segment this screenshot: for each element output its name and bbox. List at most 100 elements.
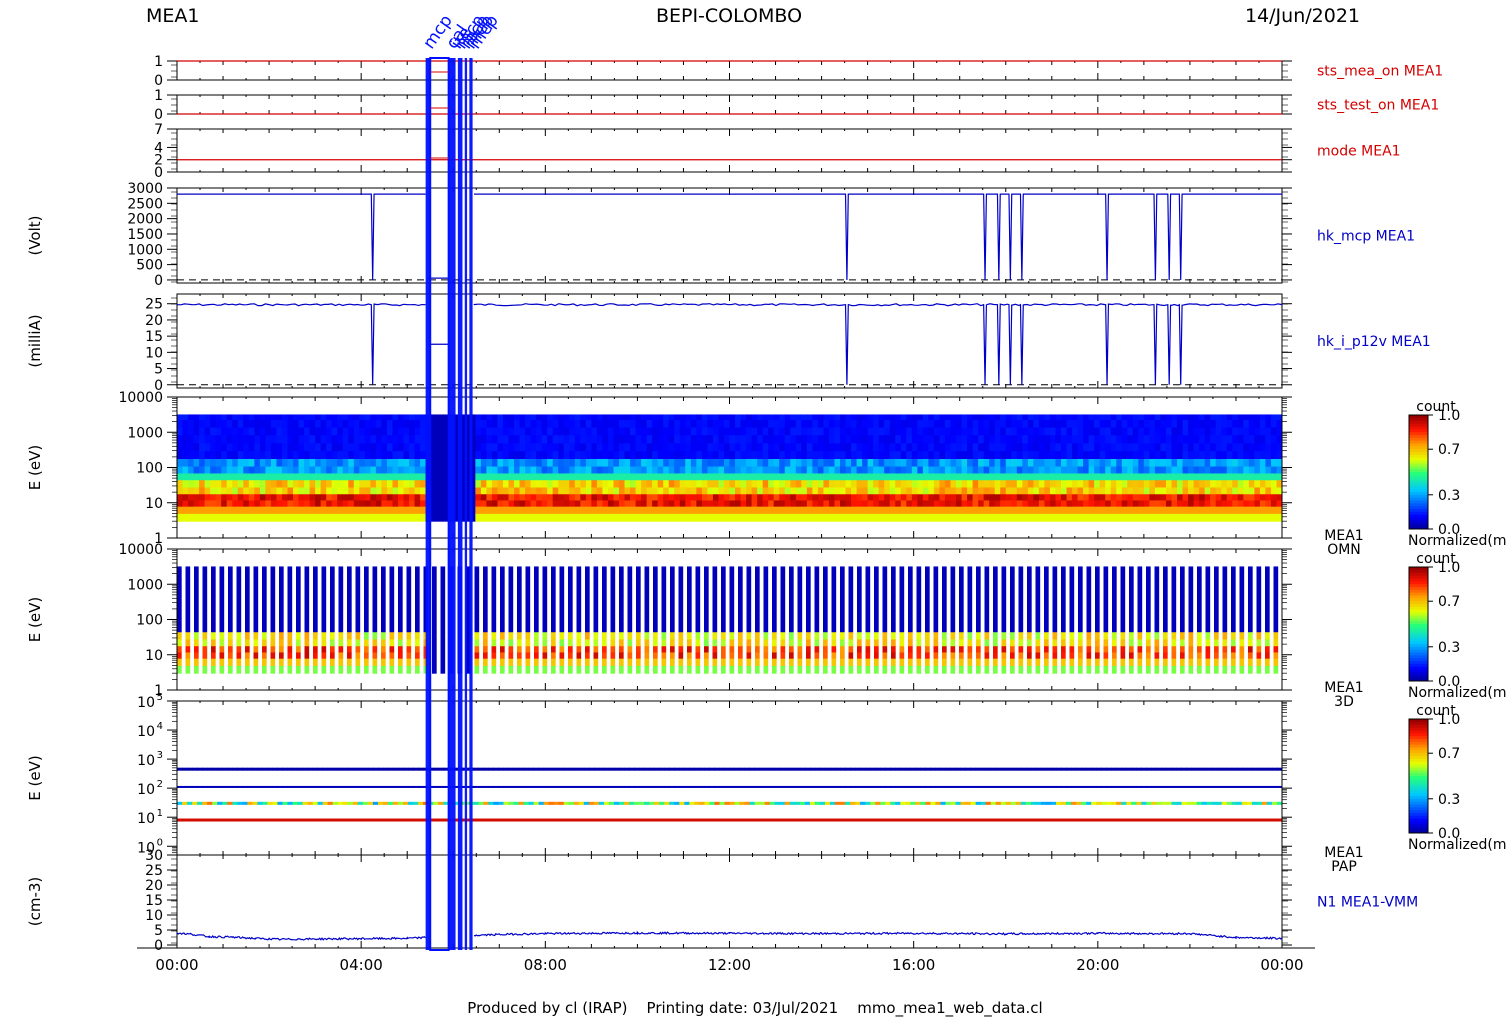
pap-spectrogram xyxy=(177,767,1283,822)
mode-annotations: mcpcalitemcpmcpmcpmcp xyxy=(419,11,502,53)
data-gap-bar xyxy=(457,58,463,950)
panel-3d: 100001000100101E (eV)MEA13Dcount1.00.70.… xyxy=(26,542,1507,710)
footer-credit: Produced by cl (IRAP) Printing date: 03/… xyxy=(467,999,1042,1018)
y-tick-label: 0 xyxy=(154,938,163,954)
n1-series-0 xyxy=(176,930,1283,941)
y-tick-label: 20 xyxy=(145,313,163,329)
sts_mea_on-y-tick-labels: 10 xyxy=(154,54,163,89)
sts_test_on-panel-label: sts_test_on MEA1 xyxy=(1317,98,1439,114)
omn-y-tick-labels: 100001000100101 xyxy=(118,390,163,547)
colorbar-tick-label: 0.7 xyxy=(1438,442,1460,458)
sts_test_on-y-tick-labels: 10 xyxy=(154,88,163,123)
time-tick-label: 16:00 xyxy=(892,956,935,974)
3d-colorbar: count1.00.70.30.0Normalized(m xyxy=(1408,551,1507,701)
hk_i_p12v-frame xyxy=(176,293,1283,389)
y-tick-label: 20 xyxy=(145,878,163,894)
hk_mcp-series-2 xyxy=(473,193,1282,280)
colorbar-tick-label: 0.3 xyxy=(1438,792,1460,808)
y-tick-label: 1000 xyxy=(127,242,163,258)
sts_mea_on-panel-label: sts_mea_on MEA1 xyxy=(1317,64,1443,80)
3d-y-tick-labels: 100001000100101 xyxy=(118,542,163,699)
y-tick-exponent: 0 xyxy=(157,837,163,848)
y-tick-exponent: 5 xyxy=(157,692,163,703)
colorbar-tick-label: 1.0 xyxy=(1438,408,1460,424)
panel-sts_mea_on: 10 sts_mea_on MEA1 xyxy=(154,54,1443,89)
y-tick-label: 100 xyxy=(136,613,163,629)
y-tick-exponent: 1 xyxy=(157,808,163,819)
y-tick-label: 5 xyxy=(154,362,163,378)
y-tick-label: 1 xyxy=(154,88,163,104)
y-tick-label: 10 xyxy=(145,345,163,361)
time-axis: 00:00 04:00 08:00 12:00 16:00 20:00 00:00 xyxy=(137,947,1315,974)
colorbar-tick-label: 0.7 xyxy=(1438,746,1460,762)
y-tick-label: 10 xyxy=(137,695,155,711)
y-tick-label: 1 xyxy=(154,54,163,70)
header-mission: BEPI-COLOMBO xyxy=(656,5,802,27)
hk_i_p12v-series-0 xyxy=(176,303,426,385)
pap-y-tick-labels: 10 510 410 310 210 110 0 xyxy=(137,692,163,856)
y-tick-label: 0 xyxy=(154,165,163,181)
panels: 10sts_mea_on MEA110sts_test_on MEA17420m… xyxy=(26,54,1507,954)
y-tick-label: 2000 xyxy=(127,212,163,228)
panel-n1: 302520151050 (cm-3) N1 MEA1-VMM xyxy=(26,848,1418,954)
y-tick-label: 30 xyxy=(145,848,163,864)
y-tick-label: 15 xyxy=(145,329,163,345)
data-gap-bar xyxy=(469,58,473,950)
y-tick-label: 10 xyxy=(145,908,163,924)
pap-frame xyxy=(176,700,1283,856)
y-tick-label: 5 xyxy=(154,923,163,939)
y-tick-label: 10000 xyxy=(118,542,163,558)
omn-panel-label: OMN xyxy=(1327,542,1361,558)
y-tick-exponent: 2 xyxy=(157,779,163,790)
y-tick-label: 10000 xyxy=(118,390,163,406)
y-tick-exponent: 3 xyxy=(157,750,163,761)
colorbar-tick-label: 0.3 xyxy=(1438,488,1460,504)
y-tick-label: 0 xyxy=(154,107,163,123)
colorbar-tick-label: 0.7 xyxy=(1438,594,1460,610)
y-tick-label: 1000 xyxy=(127,425,163,441)
panel-hk_mcp: 300025002000150010005000 (Volt) hk_mcp MEA… xyxy=(26,181,1415,289)
panel-pap: 10 510 410 310 210 110 0E (eV)MEA1PAPcount1.00… xyxy=(26,692,1507,875)
hk_i_p12v-series-2 xyxy=(473,303,1283,385)
time-tick-label: 08:00 xyxy=(524,956,567,974)
colorbar-tick-label: 1.0 xyxy=(1438,712,1460,728)
n1-y-tick-labels: 302520151050 xyxy=(145,848,163,954)
pap-panel-label: PAP xyxy=(1331,859,1357,875)
data-gap-bar xyxy=(464,58,468,950)
colorbar-tick-label: 0.3 xyxy=(1438,640,1460,656)
y-tick-exponent: 4 xyxy=(157,721,163,732)
hk_i_p12v-y-tick-labels: 2520151050 xyxy=(145,297,163,394)
panel-hk_i_p12v: 2520151050(milliA) hk_i_p12v MEA1 xyxy=(26,293,1431,394)
panel-mode: 7420 mode MEA1 xyxy=(154,122,1400,181)
time-tick-label: 00:00 xyxy=(155,956,198,974)
n1-frame xyxy=(176,854,1283,949)
hk_mcp-y-tick-labels: 300025002000150010005000 xyxy=(127,181,163,289)
y-tick-label: 0 xyxy=(154,273,163,289)
3d-y-axis-label: E (eV) xyxy=(26,597,44,642)
header-instrument: MEA1 xyxy=(146,5,199,27)
colorbar-label: Normalized(m xyxy=(1408,685,1507,701)
header-date: 14/Jun/2021 xyxy=(1245,5,1360,27)
time-tick-label: 12:00 xyxy=(708,956,751,974)
pap-y-axis-label: E (eV) xyxy=(26,755,44,800)
mea1-summary-plot: MEA1 BEPI-COLOMBO 14/Jun/2021 10sts_mea_… xyxy=(26,5,1507,1018)
time-tick-label: 04:00 xyxy=(340,956,383,974)
omn-spectrogram xyxy=(177,414,1283,522)
colorbar-tick-label: 1.0 xyxy=(1438,560,1460,576)
y-tick-label: 10 xyxy=(137,811,155,827)
y-tick-label: 1500 xyxy=(127,227,163,243)
colorbar-label: Normalized(m xyxy=(1408,533,1507,549)
y-tick-label: 15 xyxy=(145,893,163,909)
n1-panel-label: N1 MEA1-VMM xyxy=(1317,895,1418,911)
y-tick-label: 7 xyxy=(154,122,163,138)
hk_mcp-series-0 xyxy=(177,193,426,280)
pap-colorbar: count1.00.70.30.0Normalized(m xyxy=(1408,703,1507,853)
time-tick-label: 00:00 xyxy=(1260,956,1303,974)
3d-panel-label: 3D xyxy=(1334,694,1354,710)
mode-y-tick-labels: 7420 xyxy=(154,122,163,181)
y-tick-label: 10 xyxy=(137,724,155,740)
panel-sts_test_on: 10sts_test_on MEA1 xyxy=(154,88,1439,123)
y-tick-label: 25 xyxy=(145,863,163,879)
y-tick-label: 500 xyxy=(136,258,163,274)
y-tick-label: 25 xyxy=(145,297,163,313)
